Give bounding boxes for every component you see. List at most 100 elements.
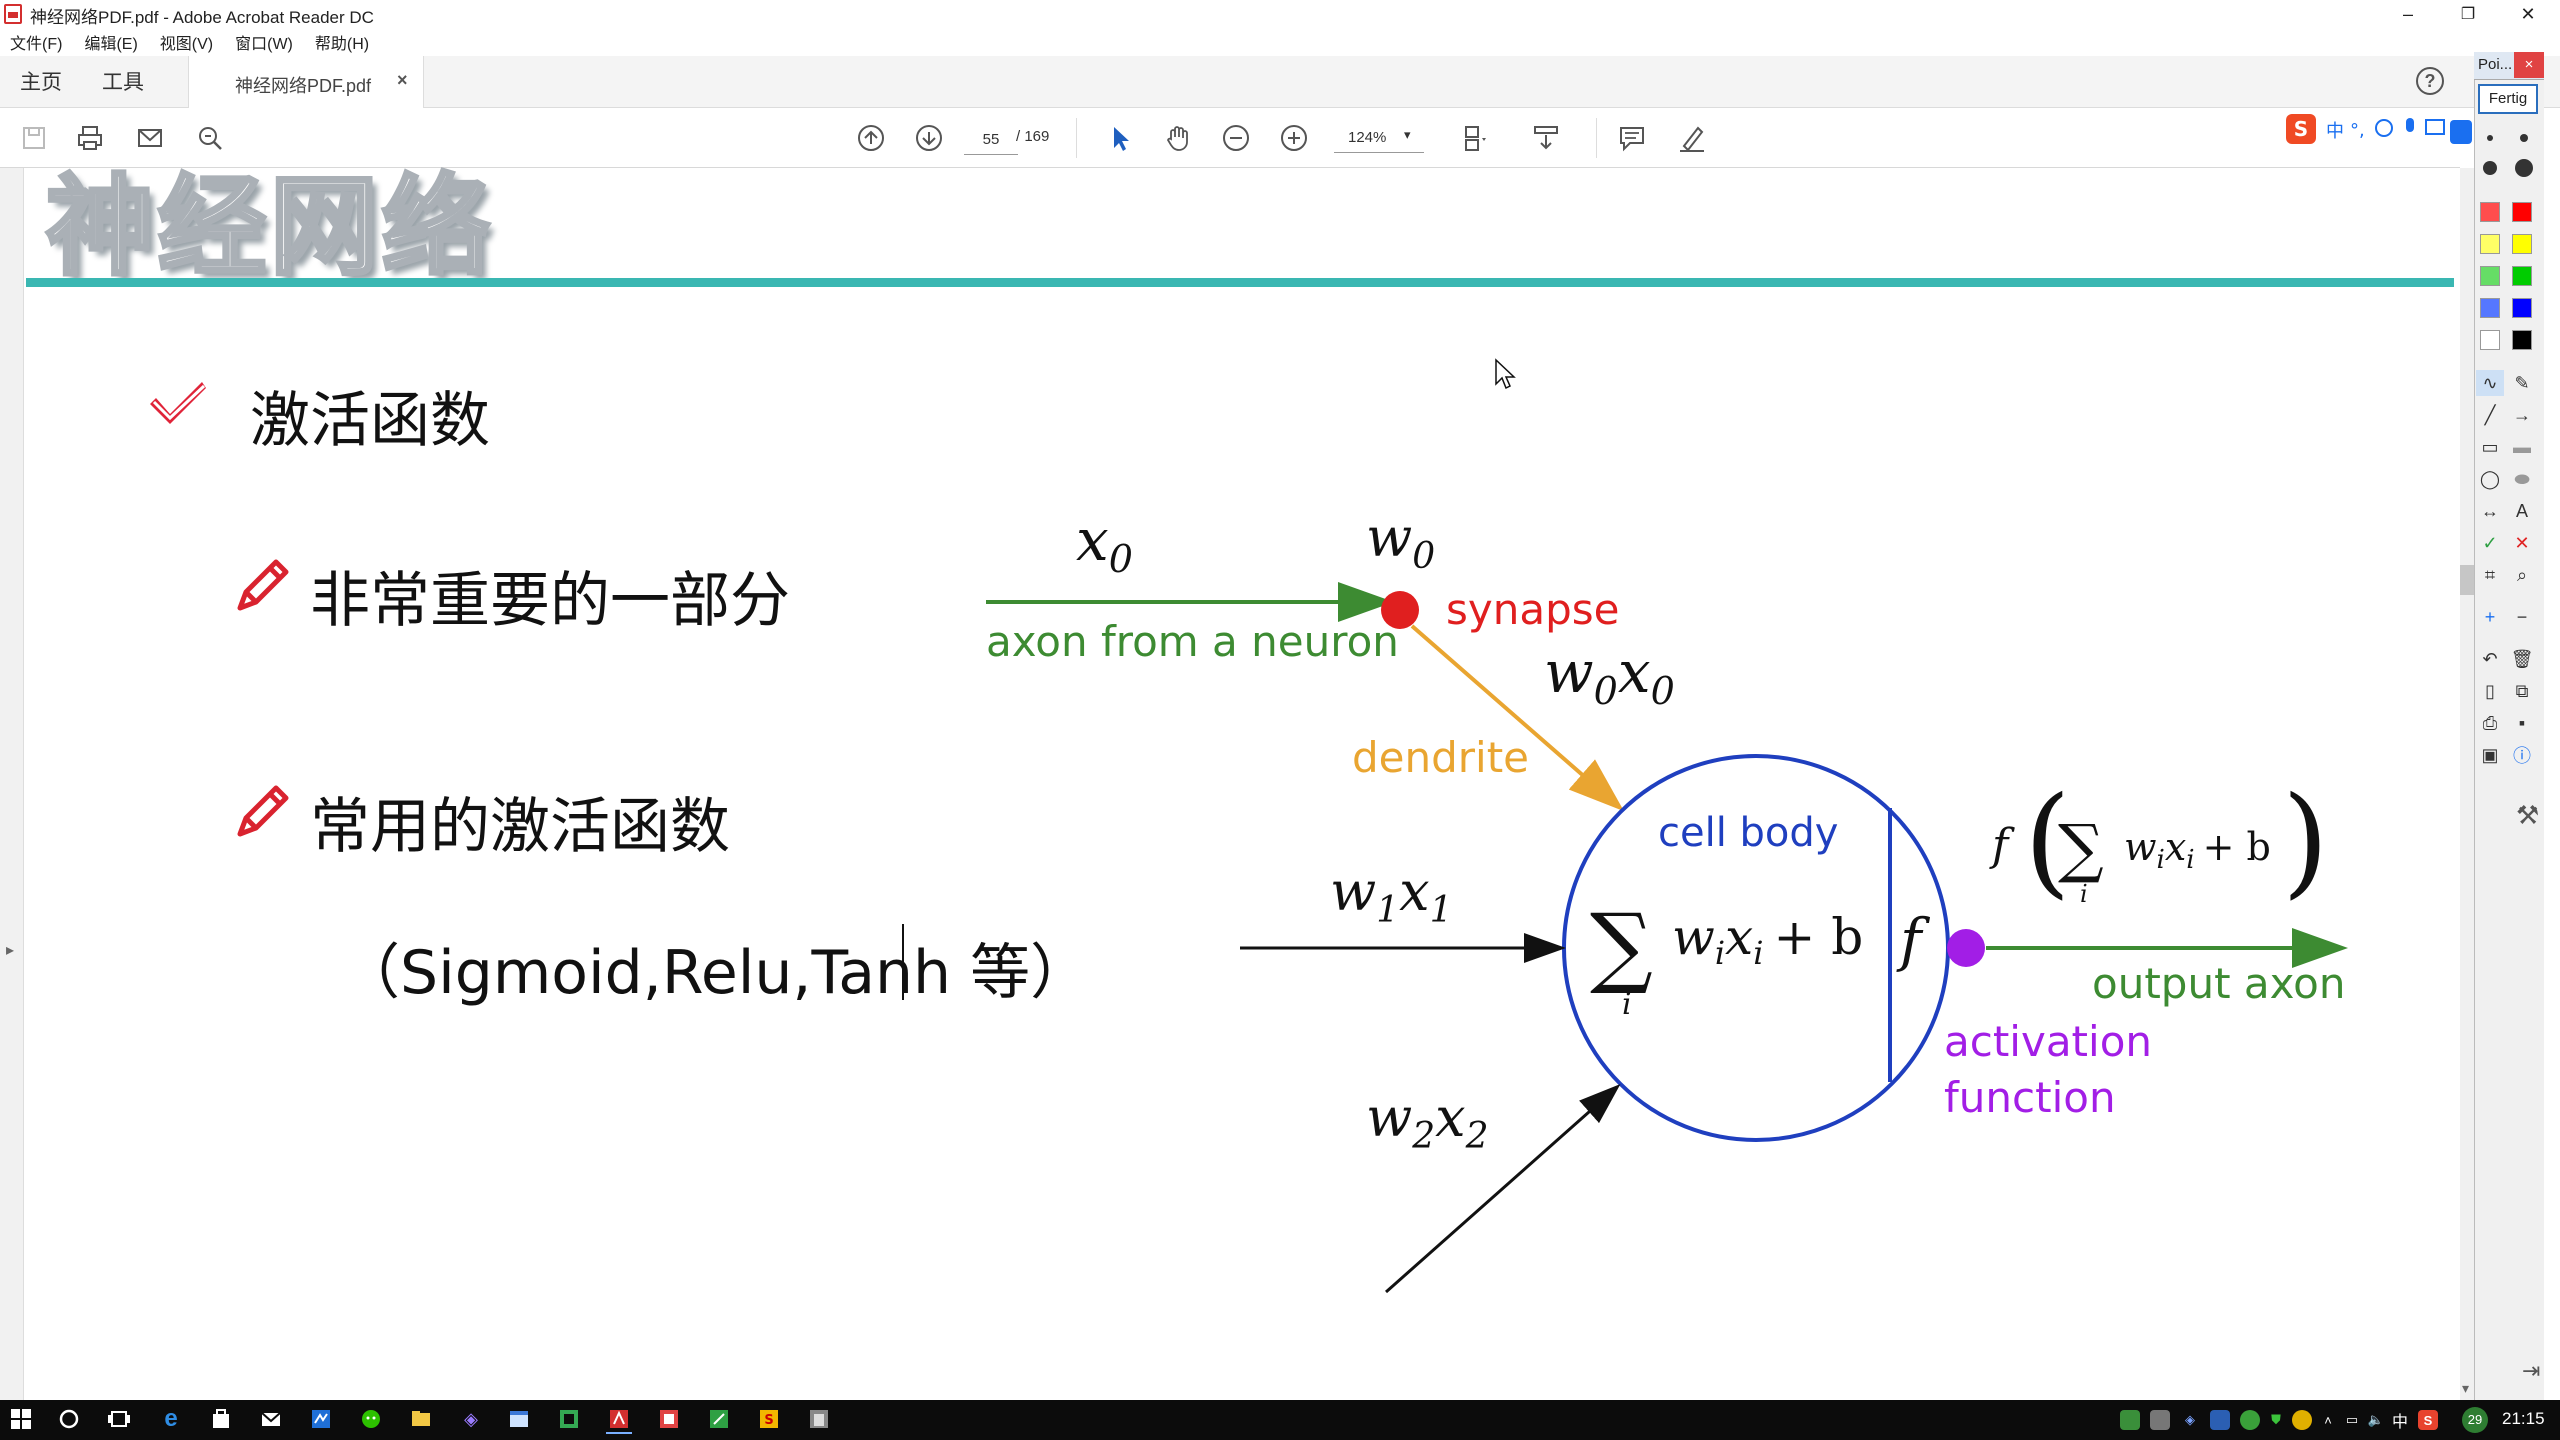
file-explorer-icon[interactable] <box>408 1406 434 1432</box>
previous-page-icon[interactable] <box>853 120 889 156</box>
tools-wrench-icon[interactable]: ⚒ <box>2516 800 2539 831</box>
freehand-tool-icon[interactable]: ∿ <box>2476 370 2504 396</box>
filled-ellipse-tool-icon[interactable]: ⬬ <box>2508 466 2536 492</box>
pen-size-small[interactable] <box>2482 126 2538 160</box>
ime-indicator[interactable]: 中 <box>2390 1410 2410 1431</box>
magnifier-tool-icon[interactable]: ⌕ <box>2508 562 2536 588</box>
menu-view[interactable]: 视图(V) <box>160 30 213 54</box>
app-icon-red[interactable] <box>656 1406 682 1432</box>
wechat-icon[interactable] <box>358 1406 384 1432</box>
color-swatch-blue[interactable] <box>2512 298 2532 318</box>
double-arrow-tool-icon[interactable]: ↔ <box>2476 498 2504 524</box>
task-view-icon[interactable] <box>106 1406 132 1432</box>
tray-app-icon[interactable] <box>2292 1410 2312 1430</box>
mail-icon[interactable] <box>258 1406 284 1432</box>
volume-icon[interactable]: 🔈 <box>2366 1410 2386 1430</box>
marker-tool-icon[interactable]: ✎ <box>2508 370 2536 396</box>
color-swatch-yellow[interactable] <box>2512 234 2532 254</box>
tab-home[interactable]: 主页 <box>20 66 62 96</box>
color-swatch-light-green[interactable] <box>2480 266 2500 286</box>
settings-small-icon[interactable]: ▣ <box>2476 742 2504 768</box>
tray-app-icon[interactable] <box>2150 1410 2170 1430</box>
hand-tool-icon[interactable] <box>1160 120 1196 156</box>
arrow-tool-icon[interactable]: → <box>2508 402 2536 428</box>
tray-app-icon[interactable] <box>2210 1410 2230 1430</box>
color-swatch-red[interactable] <box>2512 202 2532 222</box>
color-swatch-light-yellow[interactable] <box>2480 234 2500 254</box>
print-small-icon[interactable]: ⎙ <box>2476 710 2504 736</box>
filled-rectangle-tool-icon[interactable]: ▬ <box>2508 434 2536 460</box>
search-circle-icon[interactable] <box>56 1406 82 1432</box>
page-number-input[interactable] <box>964 124 1018 155</box>
taskbar-clock[interactable]: 21:15 <box>2502 1409 2545 1429</box>
new-page-icon[interactable]: ▯ <box>2476 678 2504 704</box>
chevron-up-icon[interactable]: ˄ <box>2318 1410 2338 1430</box>
zoom-out-icon[interactable] <box>1218 120 1254 156</box>
tray-app-icon[interactable]: ◈ <box>2180 1410 2200 1430</box>
zoom-in-icon[interactable] <box>1276 120 1312 156</box>
crop-tool-icon[interactable]: ⌗ <box>2476 562 2504 588</box>
close-window-button[interactable]: ✕ <box>2498 0 2558 28</box>
exit-panel-icon[interactable]: ⇥ <box>2522 1358 2540 1384</box>
undo-icon[interactable]: ↶ <box>2476 646 2504 672</box>
document-tab-label: 神经网络PDF.pdf <box>235 76 372 96</box>
app-icon-blue[interactable] <box>308 1406 334 1432</box>
save-small-icon[interactable]: ▪ <box>2508 710 2536 736</box>
tab-document[interactable]: 神经网络PDF.pdf × <box>188 56 424 108</box>
comment-icon[interactable] <box>1614 120 1650 156</box>
app-icon-green-pen[interactable] <box>706 1406 732 1432</box>
info-icon[interactable]: ⓘ <box>2508 742 2536 768</box>
document-tab-close-icon[interactable]: × <box>397 70 408 91</box>
menu-help[interactable]: 帮助(H) <box>315 30 369 54</box>
select-cursor-icon[interactable] <box>1102 120 1138 156</box>
pen-size-large[interactable] <box>2482 156 2538 182</box>
app-icon-purple[interactable]: ◈ <box>458 1406 484 1432</box>
tray-app-icon[interactable] <box>2240 1410 2260 1430</box>
ime-toolbar[interactable]: S 中 °, <box>2284 112 2474 148</box>
copy-icon[interactable]: ⧉ <box>2508 678 2536 704</box>
app-icon-green-square[interactable] <box>556 1406 582 1432</box>
palette-close-button[interactable]: × <box>2514 52 2544 78</box>
color-swatch-light-blue[interactable] <box>2480 298 2500 318</box>
color-swatch-white[interactable] <box>2480 330 2500 350</box>
menu-window[interactable]: 窗口(W) <box>235 30 293 54</box>
zoom-level-select[interactable]: 124% ▾ <box>1334 124 1424 153</box>
network-icon[interactable]: ▭ <box>2342 1410 2362 1430</box>
plus-tool-icon[interactable]: + <box>2476 604 2504 630</box>
minus-tool-icon[interactable]: − <box>2508 604 2536 630</box>
restore-button[interactable]: ❐ <box>2438 0 2498 28</box>
app-icon-yellow[interactable]: S <box>756 1406 782 1432</box>
color-swatch-light-red[interactable] <box>2480 202 2500 222</box>
line-tool-icon[interactable]: ╱ <box>2476 402 2504 428</box>
scroll-down-arrow-icon[interactable]: ▾ <box>2462 1380 2469 1397</box>
page-layout-icon[interactable] <box>1458 120 1494 156</box>
trash-icon[interactable]: 🗑 <box>2508 646 2536 672</box>
acrobat-taskbar-icon[interactable] <box>606 1406 632 1434</box>
left-panel-toggle[interactable]: ▸ <box>0 168 24 1400</box>
minimize-button[interactable]: – <box>2378 0 2438 28</box>
cross-tool-icon[interactable]: ✕ <box>2508 530 2536 556</box>
security-shield-icon[interactable]: ⛊ <box>2266 1410 2286 1430</box>
palette-done-button[interactable]: Fertig <box>2478 84 2538 114</box>
tray-app-icon[interactable] <box>2120 1410 2140 1430</box>
ellipse-tool-icon[interactable]: ◯ <box>2476 466 2504 492</box>
menu-edit[interactable]: 编辑(E) <box>84 30 137 54</box>
app-icon-window[interactable] <box>506 1406 532 1432</box>
color-swatch-black[interactable] <box>2512 330 2532 350</box>
tab-tools[interactable]: 工具 <box>102 66 144 96</box>
check-tool-icon[interactable]: ✓ <box>2476 530 2504 556</box>
highlight-pen-icon[interactable] <box>1674 120 1710 156</box>
sogou-tray-icon[interactable]: S <box>2418 1410 2438 1430</box>
app-icon-gray[interactable] <box>806 1406 832 1432</box>
color-swatch-green[interactable] <box>2512 266 2532 286</box>
next-page-icon[interactable] <box>911 120 947 156</box>
store-icon[interactable] <box>208 1406 234 1432</box>
help-icon[interactable]: ? <box>2416 67 2444 95</box>
rectangle-tool-icon[interactable]: ▭ <box>2476 434 2504 460</box>
text-tool-icon[interactable]: A <box>2508 498 2536 524</box>
menu-file[interactable]: 文件(F) <box>10 30 62 54</box>
start-menu-icon[interactable] <box>8 1406 34 1432</box>
edge-browser-icon[interactable]: e <box>158 1405 184 1432</box>
notification-badge[interactable]: 29 <box>2462 1407 2488 1433</box>
scroll-mode-icon[interactable] <box>1528 120 1564 156</box>
